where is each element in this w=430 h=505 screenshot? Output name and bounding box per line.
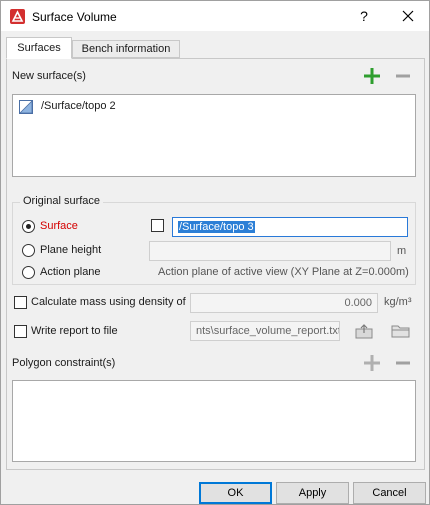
new-surfaces-label: New surface(s) <box>12 70 86 82</box>
new-surfaces-list[interactable]: /Surface/topo 2 <box>12 94 416 177</box>
apply-button[interactable]: Apply <box>276 482 349 504</box>
action-plane-label: Action plane <box>40 266 101 278</box>
title-bar: Surface Volume ? <box>1 1 429 31</box>
calculate-mass-label: Calculate mass using density of <box>31 296 186 308</box>
surface-volume-dialog: Surface Volume ? Surfaces Bench informat… <box>0 0 430 505</box>
add-polygon-button[interactable] <box>363 354 380 371</box>
density-unit: kg/m³ <box>384 296 412 308</box>
action-plane-radio[interactable] <box>22 266 35 279</box>
open-report-button[interactable] <box>355 323 373 339</box>
folder-icon <box>391 325 410 338</box>
report-file-input[interactable]: nts\surface_volume_report.txt <box>190 321 340 341</box>
surface-pick-checkbox[interactable] <box>151 219 164 232</box>
plane-height-unit: m <box>397 245 407 257</box>
surface-icon <box>19 100 33 114</box>
tab-surfaces[interactable]: Surfaces <box>6 37 72 59</box>
remove-polygon-button[interactable] <box>394 354 410 370</box>
plane-height-radio[interactable] <box>22 244 35 257</box>
remove-new-surface-button[interactable] <box>394 67 410 83</box>
polygon-constraints-list[interactable] <box>12 380 416 462</box>
add-new-surface-button[interactable] <box>363 67 380 84</box>
plus-icon <box>364 68 380 84</box>
window-title: Surface Volume <box>32 10 117 24</box>
minus-icon <box>396 361 410 365</box>
write-report-label: Write report to file <box>31 325 118 337</box>
ok-button[interactable]: OK <box>199 482 272 504</box>
calculate-mass-checkbox[interactable] <box>14 296 27 309</box>
surface-radio[interactable] <box>22 220 35 233</box>
surface-input[interactable]: /Surface/topo 3 <box>172 217 408 237</box>
density-input[interactable]: 0.000 <box>190 293 378 313</box>
plus-icon <box>364 355 380 371</box>
tab-bench-information[interactable]: Bench information <box>72 40 180 58</box>
surface-radio-label: Surface <box>40 220 78 232</box>
minus-icon <box>396 74 410 78</box>
plane-height-input[interactable] <box>149 241 391 261</box>
polygon-constraints-label: Polygon constraint(s) <box>12 357 116 369</box>
open-file-icon <box>355 324 373 339</box>
close-button[interactable] <box>397 6 419 26</box>
surface-input-value: /Surface/topo 3 <box>178 221 255 233</box>
write-report-checkbox[interactable] <box>14 325 27 338</box>
help-button[interactable]: ? <box>353 6 375 26</box>
app-logo-icon <box>10 9 25 24</box>
original-surface-group-title: Original surface <box>20 195 104 207</box>
cancel-button[interactable]: Cancel <box>353 482 426 504</box>
list-item-label: /Surface/topo 2 <box>41 100 116 112</box>
close-icon <box>402 10 414 22</box>
browse-folder-button[interactable] <box>391 323 410 339</box>
action-plane-description: Action plane of active view (XY Plane at… <box>158 266 409 278</box>
plane-height-label: Plane height <box>40 244 102 256</box>
